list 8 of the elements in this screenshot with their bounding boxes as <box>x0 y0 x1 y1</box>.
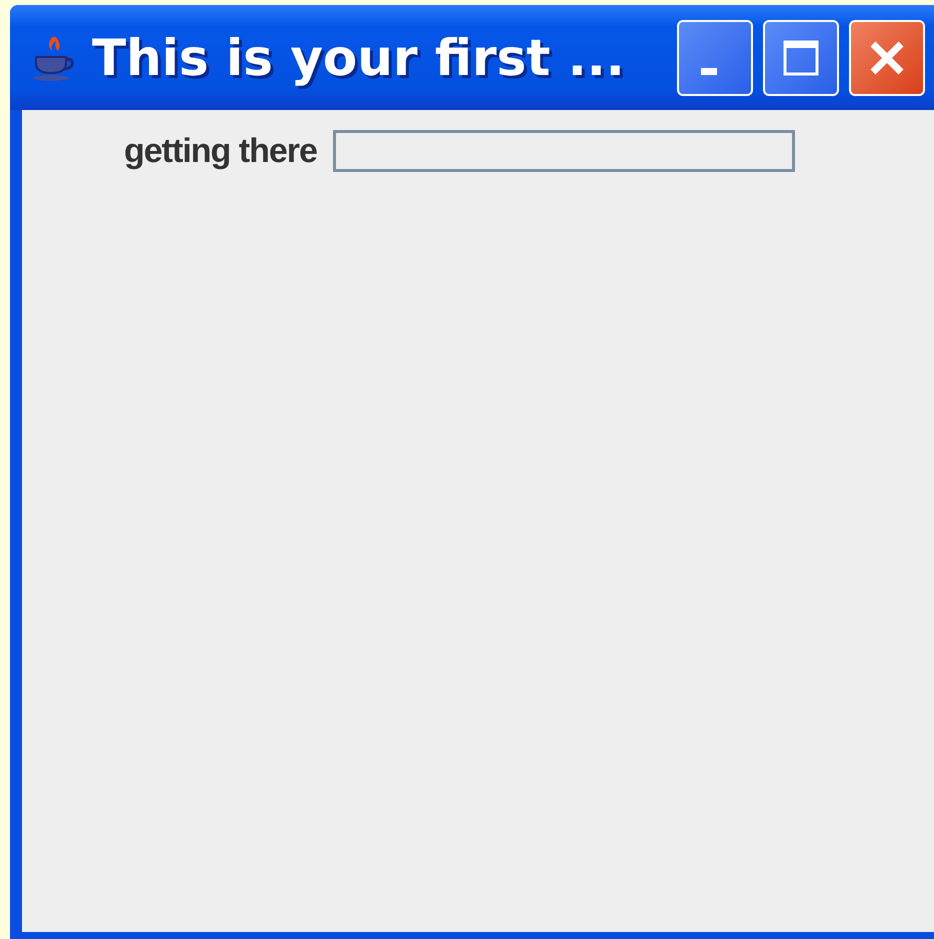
minimize-icon <box>700 68 717 75</box>
window-title: This is your first ... <box>92 28 625 86</box>
minimize-button[interactable] <box>676 20 753 96</box>
close-button[interactable] <box>848 20 925 96</box>
maximize-icon <box>780 38 821 78</box>
maximize-button[interactable] <box>762 20 839 96</box>
text-field[interactable] <box>332 130 795 172</box>
field-label: getting there <box>124 132 317 170</box>
